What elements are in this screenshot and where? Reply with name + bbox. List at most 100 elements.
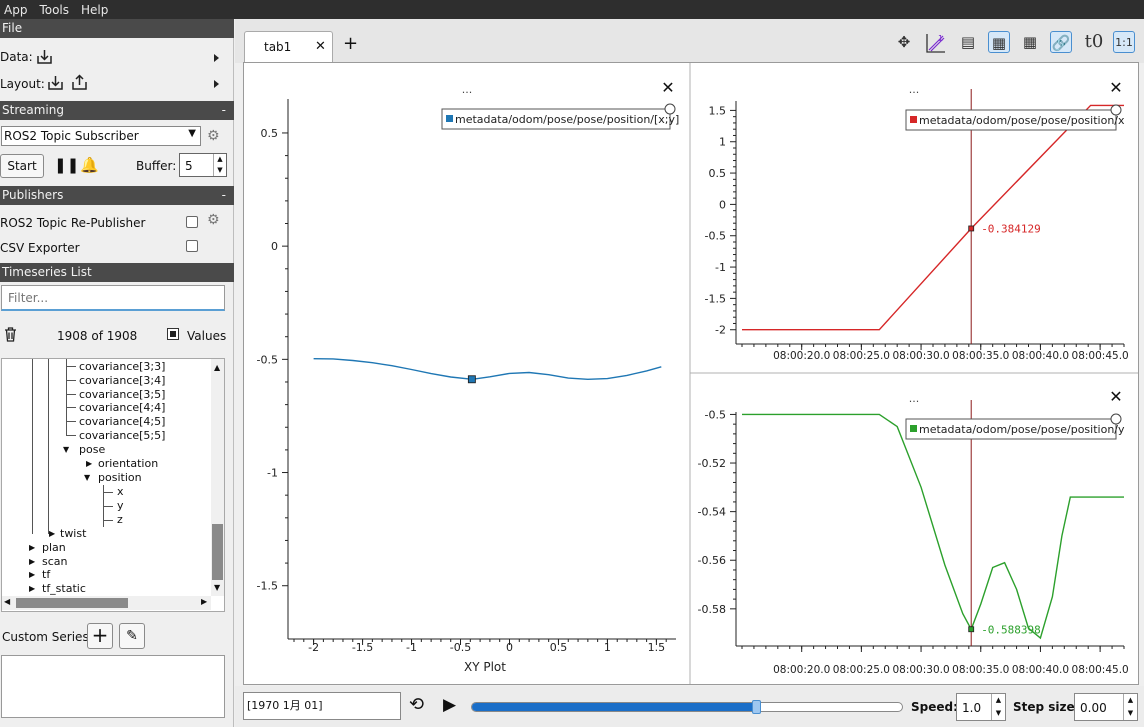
pause-icon[interactable]: ❚❚ [54, 156, 79, 174]
current-time-field[interactable]: [1970 1月 01] 08:00::34.236 [243, 692, 401, 727]
file-section-header[interactable]: File [0, 19, 234, 38]
publishers-section-header[interactable]: Publishers - [0, 186, 234, 205]
collapsed-arrow-icon[interactable]: ▶ [29, 555, 35, 568]
playback-slider-handle[interactable] [751, 700, 761, 714]
tree-item-covariance[interactable]: covariance[3;4] [79, 374, 165, 387]
streaming-section-header[interactable]: Streaming - [0, 101, 234, 120]
t0-icon[interactable]: t0 [1083, 31, 1105, 53]
playback-slider[interactable] [471, 700, 903, 714]
collapsed-arrow-icon[interactable]: ▶ [29, 582, 35, 595]
data-menu-arrow-icon[interactable] [214, 54, 219, 62]
close-plot-icon[interactable]: ✕ [661, 78, 674, 97]
menu-app[interactable]: App [4, 3, 27, 17]
republisher-settings-gear-icon[interactable]: ⚙ [207, 212, 220, 228]
csv-exporter-label: CSV Exporter [0, 241, 80, 255]
close-tab-icon[interactable]: ✕ [315, 39, 326, 54]
tree-item-covariance[interactable]: covariance[4;4] [79, 401, 165, 414]
plot-menu-icon[interactable]: ... [909, 392, 920, 405]
plot-area: ... ✕ 0.5 0 -0.5 -1 -1.5 -2 -1.5 -1 -0.5 0 0.5 1 1.5 XY… [243, 62, 1139, 685]
y-tick-label: 0.5 [261, 127, 279, 140]
scroll-left-icon[interactable]: ◀ [4, 597, 10, 606]
tree-item-scan[interactable]: scan [42, 555, 68, 568]
tree-item-pose[interactable]: pose [79, 443, 105, 456]
trash-icon[interactable] [4, 327, 17, 342]
collapsed-arrow-icon[interactable]: ▶ [29, 568, 35, 581]
import-layout-icon[interactable] [47, 75, 64, 91]
expanded-arrow-icon[interactable]: ▼ [63, 443, 69, 456]
export-layout-icon[interactable] [71, 74, 88, 91]
scroll-right-icon[interactable]: ▶ [201, 597, 207, 606]
collapsed-arrow-icon[interactable]: ▶ [49, 527, 55, 540]
custom-series-list[interactable] [1, 655, 225, 718]
scroll-thumb[interactable] [16, 598, 128, 608]
tree-vertical-scrollbar[interactable]: ▲ ▼ [211, 359, 224, 596]
menu-tools[interactable]: Tools [39, 3, 69, 17]
tab-tab1[interactable]: tab1 ✕ [244, 31, 333, 63]
layout-menu-arrow-icon[interactable] [214, 80, 219, 88]
move-icon[interactable]: ✥ [893, 31, 915, 53]
buffer-spinbox[interactable]: 5 ▲ ▼ [179, 153, 227, 177]
republisher-checkbox[interactable] [186, 216, 198, 228]
plot-menu-icon[interactable]: ... [909, 83, 920, 96]
tree-item-x[interactable]: x [117, 485, 124, 498]
tree-item-tf-static[interactable]: tf_static [42, 582, 86, 595]
tree-item-y[interactable]: y [117, 499, 124, 512]
cursor-value-label: -0.384129 [981, 222, 1041, 235]
streaming-settings-gear-icon[interactable]: ⚙ [207, 128, 220, 144]
play-icon[interactable]: ▶ [443, 695, 456, 715]
streaming-source-select[interactable]: ROS2 Topic Subscriber ▼ [1, 126, 201, 146]
timeseries-section-header[interactable]: Timeseries List [0, 263, 234, 282]
edit-custom-series-icon[interactable]: ✎ [119, 623, 145, 649]
y-tick-label: -0.56 [698, 554, 726, 567]
start-streaming-button[interactable]: Start [0, 154, 44, 178]
tree-item-z[interactable]: z [117, 513, 123, 526]
spin-arrows-icon[interactable]: ▲ ▼ [991, 694, 1005, 720]
tree-horizontal-scrollbar[interactable]: ◀ ▶ [2, 596, 211, 610]
tree-item-tf[interactable]: tf [42, 568, 50, 581]
x-tick-label: 08:00:35.0 [952, 350, 1009, 362]
plot-menu-icon[interactable]: ... [462, 83, 473, 96]
scroll-down-icon[interactable]: ▼ [214, 583, 220, 592]
legend-icon[interactable]: ▤ [957, 31, 979, 53]
scroll-thumb[interactable] [212, 524, 223, 580]
tree-item-twist[interactable]: twist [60, 527, 86, 540]
timeseries-filter-input[interactable] [1, 285, 225, 311]
spin-arrows-icon[interactable]: ▲ ▼ [1123, 694, 1137, 720]
add-custom-series-icon[interactable]: + [87, 623, 113, 649]
link-icon[interactable]: 🔗 [1050, 31, 1072, 53]
step-size-spinbox[interactable]: 0.00 ▲ ▼ [1074, 693, 1138, 721]
time-icon[interactable]: ▦ [988, 31, 1010, 53]
tree-item-covariance[interactable]: covariance[4;5] [79, 415, 165, 428]
x-tick-label: 08:00:35.0 [952, 664, 1009, 676]
plots-svg[interactable]: ... ✕ 0.5 0 -0.5 -1 -1.5 -2 -1.5 -1 -0.5 0 0.5 1 1.5 XY… [244, 63, 1138, 684]
import-data-icon[interactable] [36, 49, 53, 65]
tree-item-covariance[interactable]: covariance[5;5] [79, 429, 165, 442]
x-tick-label: 0 [506, 641, 513, 654]
csv-exporter-checkbox[interactable] [186, 240, 198, 252]
tree-item-position[interactable]: position [98, 471, 142, 484]
bell-icon[interactable]: 🔔 [80, 156, 99, 174]
close-plot-icon[interactable]: ✕ [1109, 387, 1122, 406]
one-to-one-icon[interactable]: 1:1 [1113, 31, 1135, 53]
y-tick-label: 1 [719, 136, 726, 149]
menu-help[interactable]: Help [81, 3, 108, 17]
x-axis-label: XY Plot [464, 660, 506, 674]
tree-item-covariance[interactable]: covariance[3;5] [79, 388, 165, 401]
tree-item-covariance[interactable]: covariance[3;3] [79, 360, 165, 373]
add-tab-icon[interactable]: + [343, 33, 358, 54]
spin-arrows-icon[interactable]: ▲ ▼ [213, 154, 226, 176]
expanded-arrow-icon[interactable]: ▼ [84, 471, 90, 484]
ratio-icon[interactable]: 1 [925, 32, 947, 54]
tree-item-plan[interactable]: plan [42, 541, 66, 554]
tree-item-orientation[interactable]: orientation [98, 457, 158, 470]
close-plot-icon[interactable]: ✕ [1109, 78, 1122, 97]
grid-icon[interactable]: ▦ [1019, 31, 1041, 53]
values-checkbox[interactable] [167, 328, 179, 340]
scroll-up-icon[interactable]: ▲ [214, 363, 220, 372]
loop-icon[interactable]: ⟲ [409, 694, 424, 715]
x-tick-label: -0.5 [450, 641, 471, 654]
collapsed-arrow-icon[interactable]: ▶ [29, 541, 35, 554]
speed-spinbox[interactable]: 1.0 ▲ ▼ [956, 693, 1006, 721]
legend-swatch [446, 115, 453, 122]
collapsed-arrow-icon[interactable]: ▶ [86, 457, 92, 470]
